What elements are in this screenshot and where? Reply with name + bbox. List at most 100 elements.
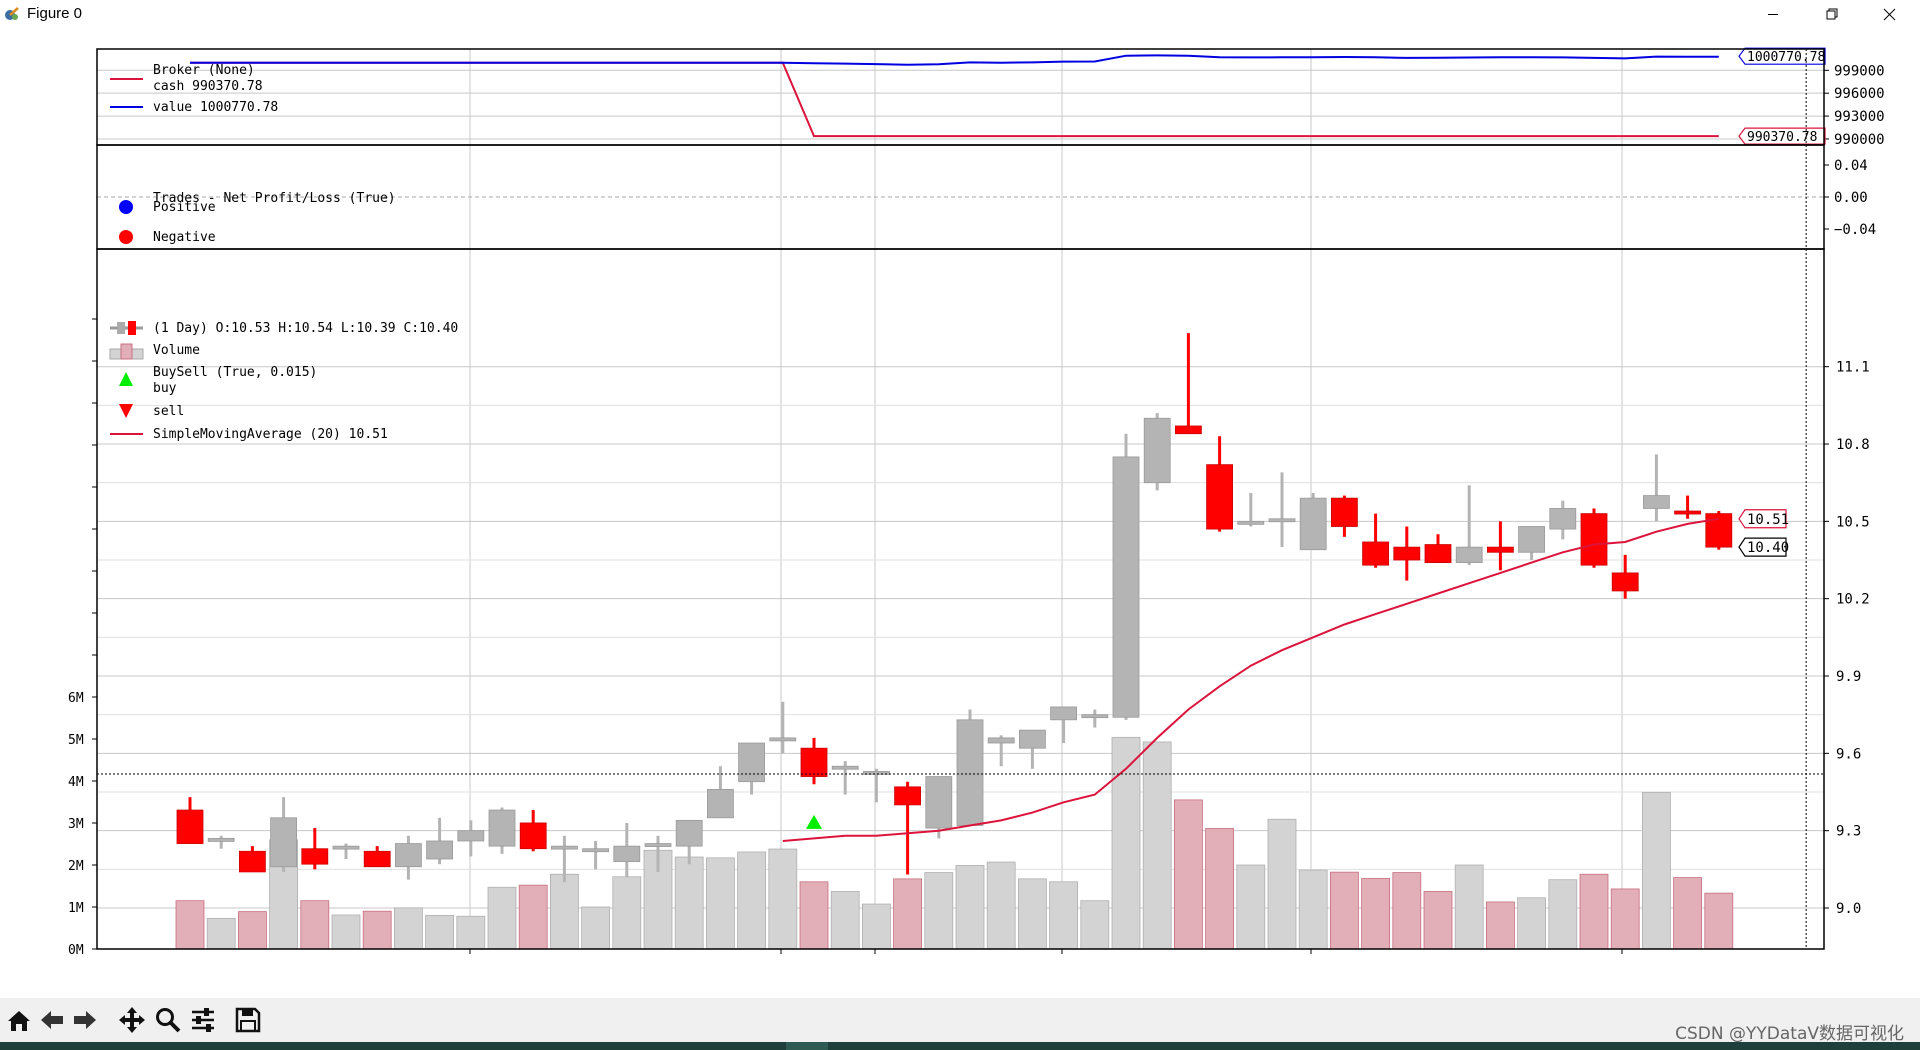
zoom-button[interactable] — [154, 1006, 182, 1034]
cash-end-label: 990370.78 — [1738, 127, 1826, 145]
svg-text:10.51: 10.51 — [1747, 512, 1789, 528]
volume-bar-14 — [612, 876, 642, 950]
restore-icon — [1826, 8, 1838, 20]
cash-line — [190, 61, 1719, 138]
candle-body-10 — [488, 809, 516, 847]
price-tick-label: 9.6 — [1836, 746, 1861, 762]
buy-marker-0 — [806, 814, 822, 829]
broker-tick-label: 999000 — [1834, 63, 1885, 79]
volume-bar-37 — [1330, 871, 1359, 950]
candle-body-7 — [394, 843, 422, 868]
candle-legend-swatch — [110, 321, 143, 335]
candle-body-46 — [1611, 572, 1639, 592]
volume-tick-label: 6M — [68, 691, 84, 706]
maximize-button[interactable] — [1802, 0, 1860, 29]
volume-bar-20 — [799, 881, 829, 950]
broker-legend-title: Broker (None) — [153, 63, 255, 78]
save-button[interactable] — [234, 1006, 262, 1034]
price-tick-label: 10.8 — [1836, 437, 1870, 453]
candle-body-42 — [1487, 546, 1514, 553]
candle-body-23 — [894, 786, 921, 806]
volume-bar-42 — [1486, 901, 1515, 950]
volume-bar-5 — [331, 914, 361, 950]
configure-subplots-button[interactable] — [189, 1006, 217, 1034]
volume-bar-48 — [1673, 877, 1702, 950]
candle-body-27 — [1019, 729, 1046, 749]
volume-bar-33 — [1205, 828, 1234, 950]
candle-body-17 — [707, 789, 734, 819]
volume-bar-22 — [862, 903, 891, 950]
candle-body-5 — [332, 845, 360, 850]
home-button[interactable] — [5, 1006, 33, 1034]
pan-button[interactable] — [118, 1006, 146, 1034]
value-end-label: 1000770.78 — [1738, 47, 1826, 65]
home-icon — [8, 1011, 30, 1031]
svg-text:1000770.78: 1000770.78 — [1747, 50, 1825, 65]
volume-bar-19 — [768, 848, 798, 950]
price-tick-label: 11.1 — [1836, 360, 1870, 376]
candle-body-14 — [613, 845, 641, 863]
candle-body-1 — [207, 838, 235, 842]
candle-body-34 — [1237, 520, 1265, 525]
volume-bar-24 — [924, 872, 954, 950]
ohlc-legend-label: (1 Day) O:10.53 H:10.54 L:10.39 C:10.40 — [153, 321, 458, 336]
volume-bar-43 — [1517, 897, 1546, 950]
candle-body-9 — [457, 830, 485, 842]
volume-bar-13 — [581, 906, 610, 950]
volume-bar-27 — [1018, 878, 1047, 950]
close-button[interactable] — [1860, 0, 1918, 29]
cash-legend-label: cash 990370.78 — [153, 79, 263, 94]
candle-body-43 — [1518, 526, 1545, 553]
volume-bar-4 — [300, 900, 330, 950]
volume-bar-28 — [1049, 881, 1078, 950]
candle-body-47 — [1643, 495, 1670, 509]
value-legend-label: value 1000770.78 — [153, 100, 278, 115]
sell-legend-label: sell — [153, 404, 184, 419]
candle-body-37 — [1331, 497, 1358, 527]
volume-bar-36 — [1298, 869, 1328, 950]
candle-body-13 — [582, 848, 609, 853]
candle-body-20 — [800, 747, 828, 777]
forward-button[interactable] — [71, 1006, 99, 1034]
volume-bar-7 — [393, 907, 423, 950]
candle-body-31 — [1143, 417, 1171, 484]
candle-body-6 — [363, 850, 391, 868]
volume-bar-34 — [1236, 864, 1266, 950]
candle-body-15 — [644, 843, 672, 847]
price-tick-label: 10.2 — [1836, 592, 1870, 608]
candle-body-2 — [238, 850, 266, 873]
candle-body-8 — [426, 840, 454, 860]
back-button[interactable] — [38, 1006, 66, 1034]
volume-bar-38 — [1361, 878, 1390, 950]
volume-bar-46 — [1610, 888, 1640, 950]
candle-body-16 — [675, 819, 703, 847]
candle-body-28 — [1050, 706, 1077, 721]
move-icon — [119, 1007, 145, 1033]
price-tick-label: 10.5 — [1836, 514, 1870, 530]
volume-bar-41 — [1454, 864, 1484, 950]
figure-canvas[interactable]: 990000 993000 996000 999000 1000770.78 990370… — [0, 29, 1920, 998]
volume-bar-21 — [830, 891, 860, 950]
candle-body-0 — [176, 809, 204, 844]
candle-body-21 — [831, 765, 859, 770]
trades-tick-label: −0.04 — [1834, 222, 1876, 238]
candle-body-29 — [1081, 714, 1109, 719]
sma-end-label: 10.51 — [1738, 509, 1789, 529]
sma-legend-label: SimpleMovingAverage (20) 10.51 — [153, 427, 388, 442]
volume-bar-45 — [1579, 873, 1609, 950]
volume-bar-32 — [1174, 799, 1203, 950]
candle-body-30 — [1112, 456, 1140, 718]
volume-bar-12 — [550, 873, 579, 950]
negative-legend-label: Negative — [153, 230, 216, 245]
candle-body-41 — [1455, 546, 1483, 563]
candle-body-33 — [1206, 464, 1233, 530]
svg-text:990370.78: 990370.78 — [1747, 130, 1817, 145]
volume-legend-label: Volume — [153, 343, 200, 358]
buysell-legend-label: BuySell (True, 0.015) — [153, 365, 317, 380]
minimize-button[interactable] — [1744, 0, 1802, 29]
window-title: Figure 0 — [27, 5, 83, 22]
price-tick-label: 9.3 — [1836, 824, 1861, 840]
sliders-icon — [192, 1008, 214, 1032]
candle-body-26 — [987, 737, 1015, 744]
volume-bar-31 — [1142, 741, 1172, 950]
